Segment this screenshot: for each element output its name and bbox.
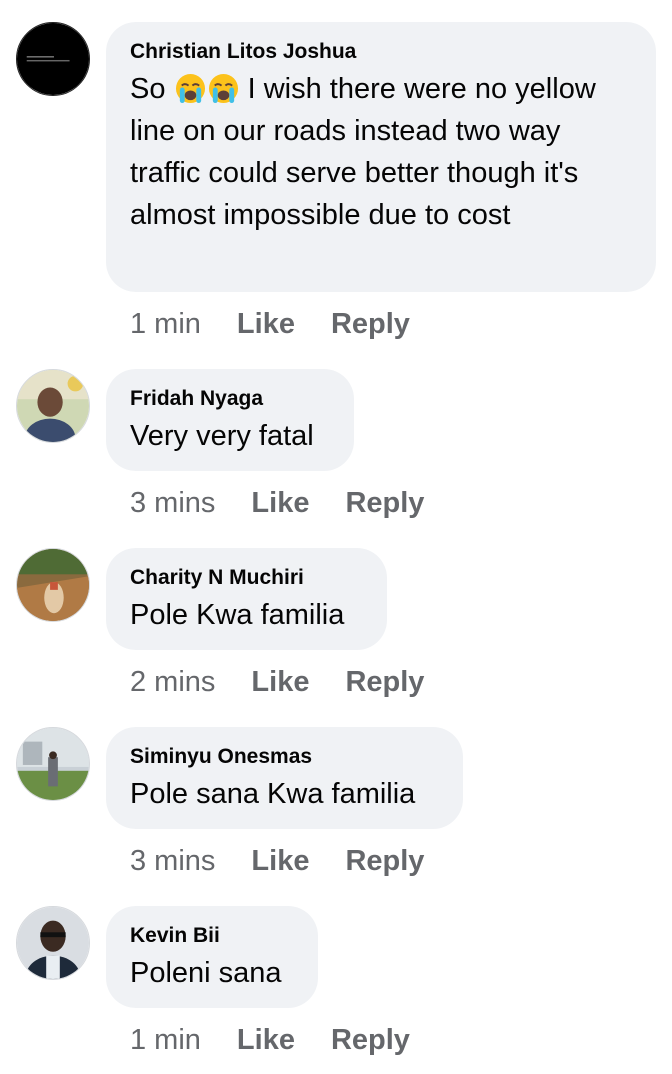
- comment-bubble[interactable]: Charity N Muchiri Pole Kwa familia: [106, 548, 387, 650]
- comment-actions: 2 mins Like Reply: [130, 664, 424, 700]
- comment-actions: 1 min Like Reply: [130, 306, 410, 342]
- comment-text-start: So: [130, 73, 166, 105]
- avatar[interactable]: [16, 369, 90, 443]
- avatar[interactable]: [16, 727, 90, 801]
- comment-actions: 3 mins Like Reply: [130, 485, 424, 521]
- comment-author[interactable]: Siminyu Onesmas: [130, 743, 439, 771]
- avatar-image: [17, 23, 89, 95]
- loudly-crying-face-emoji: [175, 73, 205, 104]
- avatar-image: [17, 728, 89, 800]
- loudly-crying-face-emoji: [208, 73, 238, 104]
- comment-timestamp[interactable]: 3 mins: [130, 843, 215, 879]
- comment-timestamp[interactable]: 1 min: [130, 306, 201, 342]
- comment-author[interactable]: Fridah Nyaga: [130, 385, 330, 413]
- comment-timestamp[interactable]: 3 mins: [130, 485, 215, 521]
- comment-bubble[interactable]: Siminyu Onesmas Pole sana Kwa familia: [106, 727, 463, 829]
- reply-button[interactable]: Reply: [345, 485, 424, 521]
- comment-text: So I wish there were no yellow line on o…: [130, 68, 632, 236]
- avatar[interactable]: [16, 548, 90, 622]
- avatar[interactable]: [16, 22, 90, 96]
- comment-author[interactable]: Charity N Muchiri: [130, 564, 363, 592]
- comment-text: Very very fatal: [130, 420, 314, 452]
- avatar-image: [17, 549, 89, 621]
- comment-actions: 1 min Like Reply: [130, 1022, 410, 1058]
- like-button[interactable]: Like: [237, 1022, 295, 1058]
- like-button[interactable]: Like: [251, 664, 309, 700]
- reply-button[interactable]: Reply: [345, 843, 424, 879]
- reply-button[interactable]: Reply: [345, 664, 424, 700]
- comment-actions: 3 mins Like Reply: [130, 843, 424, 879]
- comment-bubble[interactable]: Kevin Bii Poleni sana: [106, 906, 318, 1008]
- comment-timestamp[interactable]: 2 mins: [130, 664, 215, 700]
- comment-text: Poleni sana: [130, 957, 282, 989]
- avatar-image: [17, 907, 89, 979]
- comment-text: Pole Kwa familia: [130, 599, 345, 631]
- like-button[interactable]: Like: [251, 485, 309, 521]
- reply-button[interactable]: Reply: [331, 1022, 410, 1058]
- avatar[interactable]: [16, 906, 90, 980]
- comment-author[interactable]: Kevin Bii: [130, 922, 294, 950]
- comment-text: Pole sana Kwa familia: [130, 778, 416, 810]
- comment-bubble[interactable]: Christian Litos Joshua So I wish there w…: [106, 22, 656, 292]
- comment-bubble[interactable]: Fridah Nyaga Very very fatal: [106, 369, 354, 471]
- reply-button[interactable]: Reply: [331, 306, 410, 342]
- like-button[interactable]: Like: [251, 843, 309, 879]
- comment-author[interactable]: Christian Litos Joshua: [130, 38, 632, 66]
- avatar-image: [17, 370, 89, 442]
- comment-timestamp[interactable]: 1 min: [130, 1022, 201, 1058]
- like-button[interactable]: Like: [237, 306, 295, 342]
